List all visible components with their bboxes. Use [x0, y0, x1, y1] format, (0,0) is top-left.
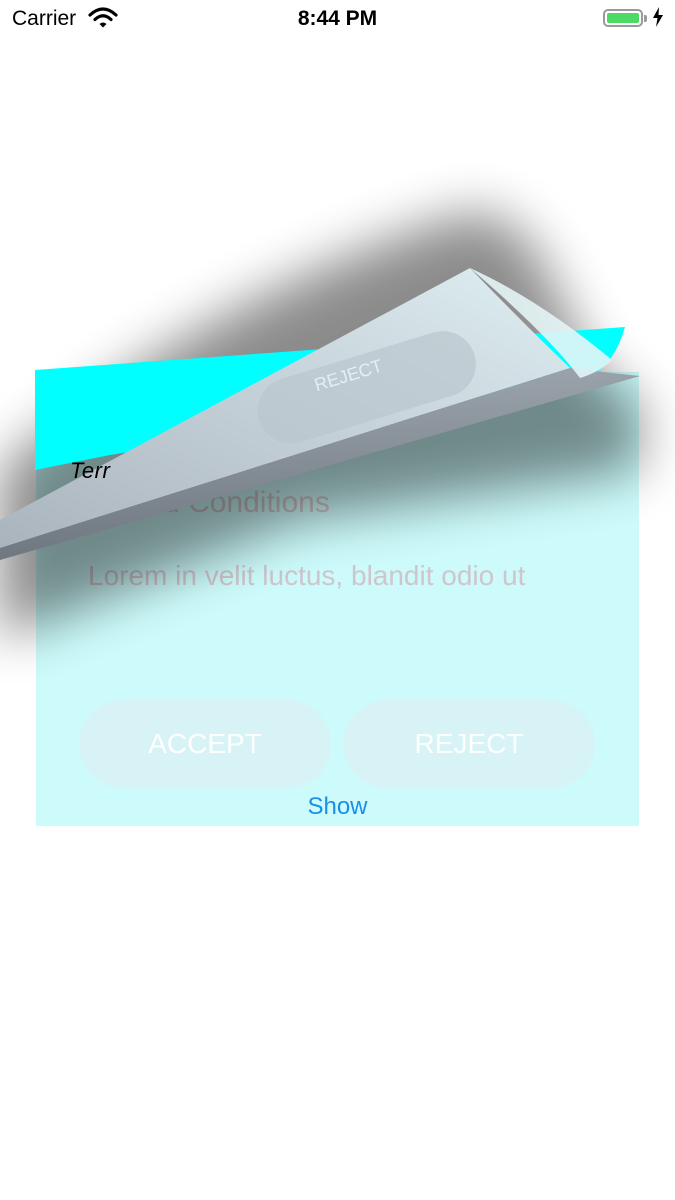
- page-curl-overlay: Terr REJECT: [0, 0, 675, 1200]
- curl-peek-text: Terr: [70, 458, 111, 483]
- show-button[interactable]: Show: [0, 793, 675, 821]
